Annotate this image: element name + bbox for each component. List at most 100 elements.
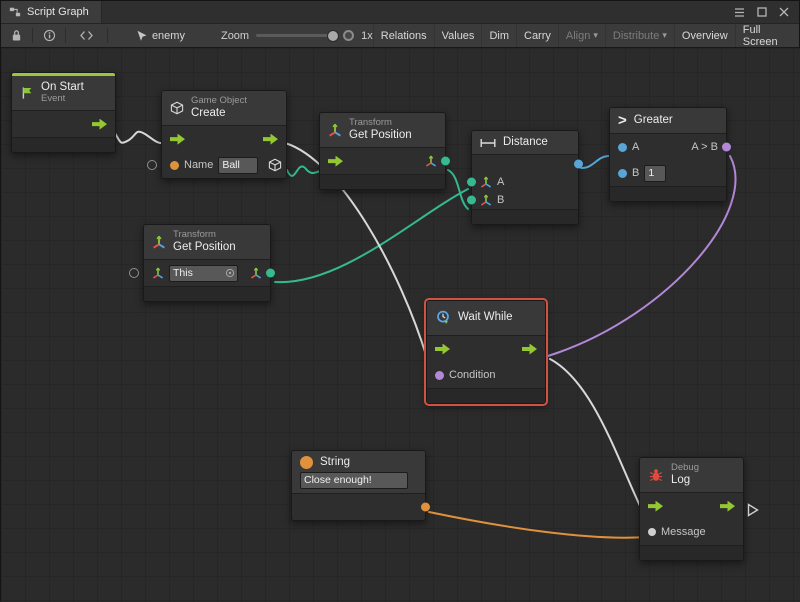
node-subtitle: Transform (173, 230, 236, 241)
node-title: Get Position (349, 129, 412, 142)
string-value-input[interactable] (300, 472, 408, 489)
wire-getposition2-to-distance-a[interactable] (275, 189, 468, 282)
wire-waitwhile-to-log[interactable] (550, 359, 641, 508)
node-header: > Greater (610, 108, 726, 134)
vector3-icon (250, 267, 262, 279)
unconnected-port[interactable] (147, 160, 157, 170)
node-title: String (320, 456, 350, 469)
fullscreen-button[interactable]: Full Screen (735, 24, 795, 47)
flow-output-port[interactable] (92, 119, 107, 130)
position-output-port[interactable] (266, 269, 275, 278)
toolbar-divider (65, 28, 66, 43)
close-icon[interactable] (779, 7, 789, 17)
zoom-slider-handle[interactable] (328, 31, 338, 41)
object-picker-icon[interactable] (225, 268, 235, 278)
wire-string-to-message[interactable] (429, 512, 646, 538)
message-input-port[interactable] (648, 528, 656, 536)
a-input-port[interactable] (618, 143, 627, 152)
node-on-start-event[interactable]: On Start Event (11, 72, 116, 153)
transform-input-port[interactable] (328, 156, 343, 167)
titlebar: Script Graph (1, 1, 799, 24)
condition-port-label: Condition (449, 369, 495, 381)
flag-icon (20, 86, 34, 100)
position-output-port[interactable] (441, 157, 450, 166)
node-create-game-object[interactable]: Game Object Create Name (161, 90, 287, 179)
maximize-icon[interactable] (757, 7, 767, 17)
vector3-icon (480, 194, 492, 206)
node-footer (427, 388, 545, 403)
game-object-output-port[interactable] (268, 158, 282, 172)
zoom-label: Zoom (221, 30, 249, 42)
node-title: Wait While (458, 311, 513, 324)
distance-icon (480, 138, 496, 148)
node-distance[interactable]: Distance A B (471, 130, 579, 225)
distribute-button[interactable]: Distribute (605, 24, 674, 47)
flow-input-port[interactable] (648, 501, 663, 512)
string-output-port[interactable] (421, 503, 430, 512)
zoom-level: 1x (361, 30, 373, 42)
graph-owner[interactable]: enemy (136, 30, 185, 42)
node-title: Greater (634, 114, 673, 127)
bug-icon (648, 467, 664, 483)
b-port-label: B (497, 194, 504, 206)
flow-output-port[interactable] (263, 134, 278, 145)
code-icon[interactable] (70, 24, 103, 47)
lock-icon[interactable] (5, 24, 28, 47)
flow-output-port[interactable] (720, 501, 735, 512)
node-get-position-1[interactable]: Transform Get Position (319, 112, 446, 190)
node-title: Create (191, 107, 247, 120)
result-output-port[interactable] (722, 143, 731, 152)
greater-than-icon: > (618, 113, 627, 128)
flow-output-port[interactable] (522, 344, 537, 355)
name-value-input[interactable] (218, 157, 258, 174)
overview-button[interactable]: Overview (674, 24, 735, 47)
values-button[interactable]: Values (434, 24, 482, 47)
node-header: String (292, 451, 425, 471)
wire-onstart-to-create[interactable] (113, 130, 163, 143)
name-port-label: Name (184, 159, 213, 171)
tab-script-graph[interactable]: Script Graph (1, 1, 102, 23)
unconnected-port[interactable] (129, 268, 139, 278)
carry-button[interactable]: Carry (516, 24, 558, 47)
node-header: Distance (472, 131, 578, 155)
align-button[interactable]: Align (558, 24, 605, 47)
flow-input-port[interactable] (170, 134, 185, 145)
a-input-port[interactable] (467, 178, 476, 187)
transform-axis-icon (152, 235, 166, 249)
zoom-reset-button[interactable] (343, 30, 354, 41)
node-title: Log (671, 474, 699, 487)
node-footer (610, 186, 726, 201)
condition-input-port[interactable] (435, 371, 444, 380)
b-input-port[interactable] (467, 196, 476, 205)
wire-distance-to-greater[interactable] (581, 156, 609, 168)
node-string-literal[interactable]: String (291, 450, 426, 521)
dim-button[interactable]: Dim (481, 24, 516, 47)
node-wait-while[interactable]: Wait While Condition (426, 300, 546, 404)
b-port-label: B (632, 167, 639, 179)
node-subtitle: Game Object (191, 96, 247, 107)
node-debug-log[interactable]: Debug Log Message (639, 457, 744, 561)
node-header: On Start Event (12, 76, 115, 111)
node-title: Get Position (173, 241, 236, 254)
script-graph-window: Script Graph (0, 0, 800, 600)
relations-button[interactable]: Relations (373, 24, 434, 47)
node-title: Distance (503, 136, 548, 149)
string-icon (300, 456, 313, 469)
info-icon[interactable] (37, 24, 60, 47)
zoom-group: Zoom 1x (221, 30, 373, 42)
distance-output-port[interactable] (574, 160, 583, 169)
b-value-input[interactable] (644, 165, 666, 182)
node-greater[interactable]: > Greater A A > B B (609, 107, 727, 202)
wire-create-to-getposition[interactable] (287, 167, 320, 176)
play-marker-icon (747, 503, 759, 517)
window-menu-icon[interactable] (734, 7, 745, 18)
b-input-port[interactable] (618, 169, 627, 178)
name-input-port[interactable] (170, 161, 179, 170)
flow-input-port[interactable] (435, 344, 450, 355)
node-subtitle: Debug (671, 463, 699, 474)
node-get-position-2[interactable]: Transform Get Position (143, 224, 271, 302)
game-object-cube-icon (170, 101, 184, 115)
graph-canvas[interactable]: On Start Event Game Object Create (1, 47, 800, 602)
zoom-slider[interactable] (256, 34, 336, 37)
toolbar-buttons: Relations Values Dim Carry Align Distrib… (373, 24, 795, 47)
